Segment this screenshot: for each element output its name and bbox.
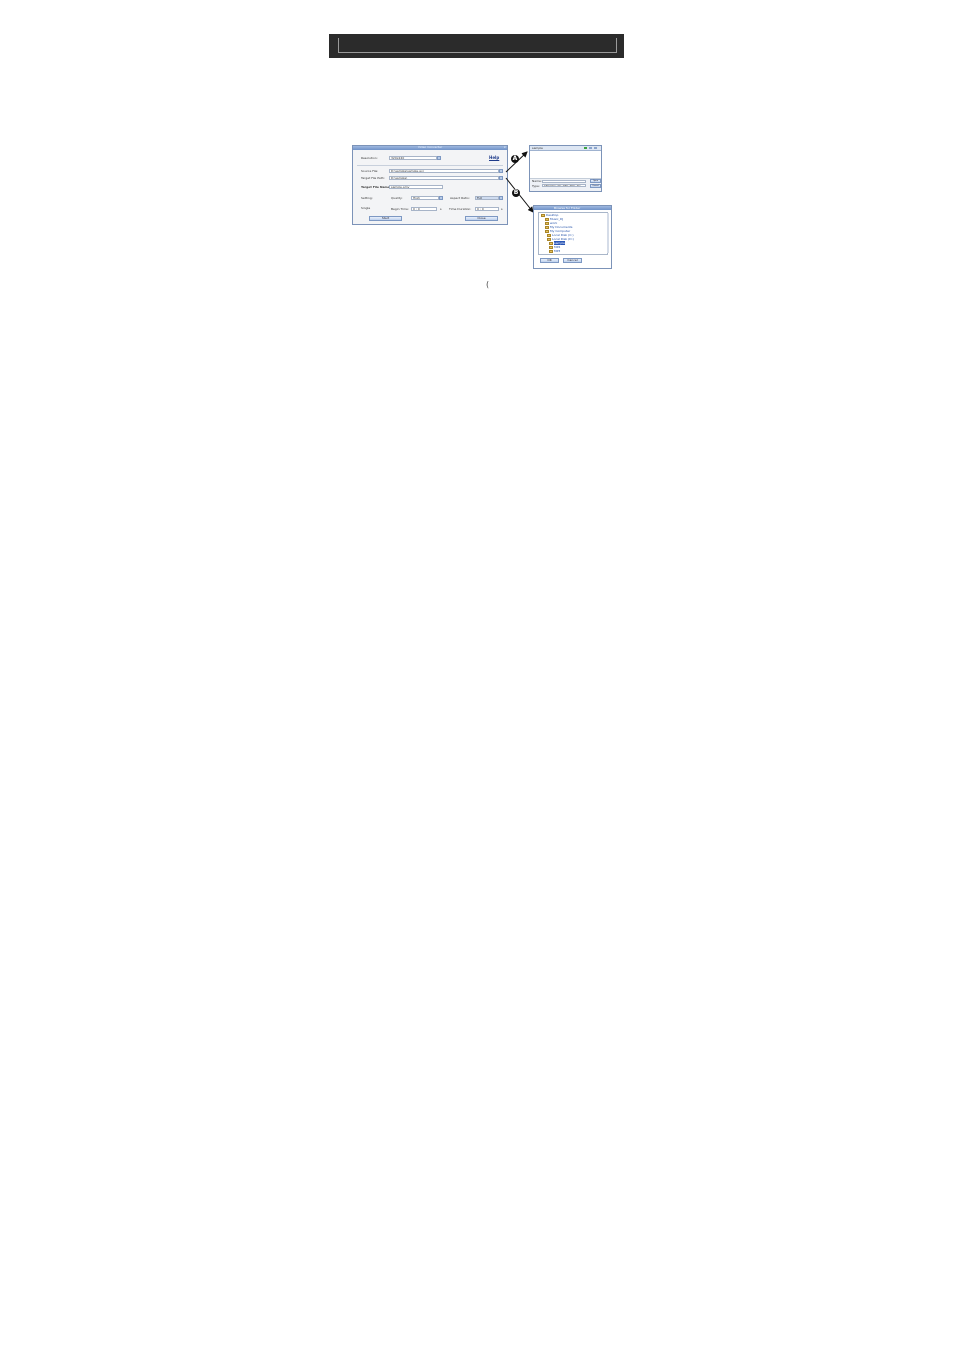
begin-unit: s (440, 207, 442, 211)
page-header-frame (338, 38, 617, 53)
tree-scrollbar[interactable] (607, 213, 609, 253)
dialog-a-toolbar: sample (530, 146, 601, 151)
folder-icon (545, 222, 549, 225)
dialog-a-location[interactable]: sample (532, 146, 543, 150)
divider (357, 165, 503, 166)
open-button[interactable]: Open (590, 179, 601, 183)
folder-icon (545, 230, 549, 233)
folder-icon (545, 226, 549, 229)
tree-item-label: MP3 (554, 249, 561, 253)
quality-dropdown-icon[interactable] (439, 196, 443, 200)
converter-window: Video Converter × Resolution: 320x240 He… (352, 145, 508, 225)
file-type-select[interactable]: Video Files (*.avi;*.mpg;*.wmv;*.rm) (542, 184, 586, 187)
callout-a: A (511, 155, 519, 163)
tree-item[interactable]: MP3 (549, 250, 560, 253)
aspect-ratio-label: Aspect Ratio: (450, 196, 470, 200)
resolution-label: Resolution: (361, 156, 378, 160)
start-button[interactable]: Start (369, 216, 402, 221)
dialog-b-title: Browse for Folder (554, 206, 581, 210)
browse-folder-dialog: Browse for Folder Desktop Music_DJ work My … (533, 205, 612, 269)
target-path-input[interactable]: D:\sample\ (389, 176, 499, 180)
setting-label: Setting: (361, 196, 373, 200)
quality-select[interactable]: High (411, 196, 439, 200)
close-button[interactable]: Close (465, 216, 498, 221)
resolution-dropdown-icon[interactable] (437, 156, 441, 160)
converter-title: Video Converter (417, 145, 443, 149)
dialog-a-footer: Name: Open Type: Video Files (*.avi;*.mp… (530, 178, 601, 191)
time-duration-label: Time Duration: (449, 207, 472, 211)
folder-icon (541, 214, 545, 217)
target-path-label: Target File Path: (361, 176, 385, 180)
folder-icon (549, 242, 553, 245)
callout-b: B (512, 189, 520, 197)
folder-icon (547, 234, 551, 237)
folder-icon (549, 246, 553, 249)
view-menu-icon[interactable] (594, 147, 597, 149)
dialog-a-cancel-button[interactable]: Cancel (590, 184, 601, 188)
single-checkbox[interactable]: Single (361, 206, 370, 210)
resolution-select[interactable]: 320x240 (389, 156, 437, 160)
file-name-label: Name: (532, 179, 542, 183)
dialog-b-titlebar: Browse for Folder (534, 206, 611, 210)
back-icon[interactable] (584, 147, 587, 149)
source-file-input[interactable]: D:\sample\sample.avi (389, 169, 499, 173)
help-link[interactable]: Help (489, 155, 499, 160)
folder-icon (549, 250, 553, 253)
ok-button[interactable]: OK (540, 258, 559, 263)
folder-icon (545, 218, 549, 221)
target-name-input[interactable]: sample.amv (389, 185, 443, 189)
file-name-input[interactable] (542, 180, 586, 183)
up-folder-icon[interactable] (589, 147, 592, 149)
source-file-label: Source File: (361, 169, 379, 173)
file-type-label: Type: (532, 184, 540, 188)
converter-titlebar: Video Converter × (353, 145, 507, 150)
time-duration-input[interactable]: 0 : 0 (475, 207, 499, 211)
folder-icon (547, 238, 551, 241)
open-file-dialog: sample Name: Open Type: Video Files (*.a… (529, 145, 602, 192)
footnote-text: ( (486, 280, 490, 289)
quality-label: Quality: (391, 196, 403, 200)
begin-time-label: Begin Time: (391, 207, 409, 211)
target-name-label: Target File Name: (361, 185, 391, 189)
folder-tree: Desktop Music_DJ work My Documents My Comput… (538, 212, 608, 255)
dialog-b-cancel-button[interactable]: Cancel (563, 258, 582, 263)
aspect-ratio-select[interactable]: Full (475, 196, 499, 200)
begin-time-input[interactable]: 0 : 0 (411, 207, 437, 211)
